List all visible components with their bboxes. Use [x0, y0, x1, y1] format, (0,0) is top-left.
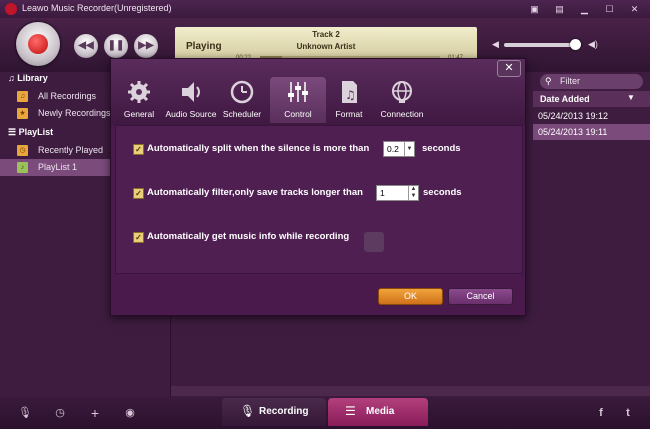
table-row[interactable]: 05/24/2013 19:12 — [533, 108, 650, 124]
volume-knob[interactable] — [569, 39, 581, 50]
close-icon[interactable]: ✕ — [626, 3, 643, 15]
itunes-icon[interactable]: ◉ — [123, 406, 137, 420]
filter-unit: seconds — [423, 187, 462, 198]
schedule-icon[interactable]: ◷ — [53, 406, 67, 420]
ok-button[interactable]: OK — [378, 288, 443, 305]
stepper-arrows-icon[interactable]: ▲ ▼ — [408, 186, 418, 200]
tab-general[interactable]: General — [111, 77, 167, 123]
tab-audio-source[interactable]: Audio Source — [163, 77, 219, 123]
playlist-icon: ☰ — [8, 127, 17, 137]
split-unit: seconds — [422, 143, 461, 154]
speaker-icon — [182, 82, 200, 102]
facebook-icon[interactable]: f — [594, 406, 608, 420]
info-icon — [364, 232, 384, 252]
microphone-tab-icon: 🎙 — [240, 404, 256, 418]
music-file-icon: ♫ — [342, 81, 357, 103]
tab-recording[interactable]: 🎙 Recording — [222, 398, 326, 426]
dialog-close-button[interactable]: ✕ — [497, 60, 521, 77]
microphone-icon[interactable]: 🎙 — [18, 406, 32, 420]
tab-media[interactable]: ☰ Media — [328, 398, 428, 426]
add-icon[interactable]: + — [88, 406, 102, 420]
filter-checkbox[interactable]: ✓ — [133, 188, 144, 199]
filter-label: Automatically filter,only save tracks lo… — [147, 187, 363, 198]
split-label: Automatically split when the silence is … — [147, 143, 370, 154]
music-folder-icon: ♫ — [17, 91, 28, 102]
app-logo-icon — [5, 3, 17, 15]
list-tab-icon: ☰ — [345, 404, 356, 418]
star-folder-icon: ★ — [17, 108, 28, 119]
column-header-date[interactable]: Date Added ▼ — [533, 91, 650, 107]
menu-icon[interactable]: ▣ — [526, 3, 543, 15]
filter-input[interactable]: Filter — [560, 76, 580, 86]
clock-icon — [230, 80, 254, 104]
split-checkbox[interactable]: ✓ — [133, 144, 144, 155]
settings-dialog: ✕ General Audio Source Scheduler Control — [110, 58, 526, 316]
tab-scheduler[interactable]: Scheduler — [214, 77, 270, 123]
volume-high-icon: ◀) — [588, 39, 598, 49]
svg-text:♫: ♫ — [345, 88, 356, 102]
date-cell: 05/24/2013 19:12 — [538, 111, 609, 121]
tab-format[interactable]: ♫ Format — [321, 77, 377, 123]
volume-slider[interactable] — [504, 39, 581, 50]
music-note-icon: ♫ — [8, 73, 15, 83]
music-info-label: Automatically get music info while recor… — [147, 231, 350, 242]
control-settings-panel: ✓ Automatically split when the silence i… — [115, 125, 523, 274]
volume-low-icon: ◀ — [492, 39, 499, 49]
next-button[interactable]: ▶▶ — [134, 34, 158, 58]
tab-control[interactable]: Control — [270, 77, 326, 123]
pause-button[interactable]: ❚❚ — [104, 34, 128, 58]
tab-connection[interactable]: Connection — [374, 77, 430, 123]
library-heading: ♫ Library — [8, 73, 48, 83]
record-icon — [28, 34, 48, 54]
min-length-stepper[interactable]: 1 ▲ ▼ — [376, 185, 419, 201]
twitter-icon[interactable]: t — [621, 406, 635, 420]
playlist-folder-icon: ♪ — [17, 162, 28, 173]
minimize-icon[interactable]: ▁ — [576, 3, 593, 15]
music-info-checkbox[interactable]: ✓ — [133, 232, 144, 243]
table-row[interactable]: 05/24/2013 19:11 — [533, 124, 650, 140]
horizontal-scrollbar[interactable] — [171, 386, 650, 396]
record-button[interactable] — [16, 22, 60, 66]
date-cell: 05/24/2013 19:11 — [538, 127, 608, 137]
cancel-button[interactable]: Cancel — [448, 288, 513, 305]
filter-box[interactable]: ⚲ Filter — [540, 74, 643, 89]
sliders-icon — [288, 82, 308, 102]
playlist-heading: ☰ PlayList — [8, 127, 54, 137]
globe-icon — [392, 81, 412, 103]
previous-button[interactable]: ◀◀ — [74, 34, 98, 58]
maximize-icon[interactable]: ☐ — [601, 3, 618, 15]
gear-icon — [128, 81, 150, 103]
track-title: Track 2 — [312, 30, 340, 39]
split-silence-stepper[interactable]: 0.2 ▼ — [383, 141, 415, 157]
skin-icon[interactable]: ▤ — [551, 3, 568, 15]
window-title: Leawo Music Recorder(Unregistered) — [22, 3, 172, 13]
sort-down-icon: ▼ — [627, 93, 635, 102]
dropdown-arrow-icon[interactable]: ▼ — [404, 142, 414, 156]
recent-folder-icon: ◷ — [17, 145, 28, 156]
search-icon: ⚲ — [545, 76, 552, 86]
track-artist: Unknown Artist — [296, 42, 356, 51]
